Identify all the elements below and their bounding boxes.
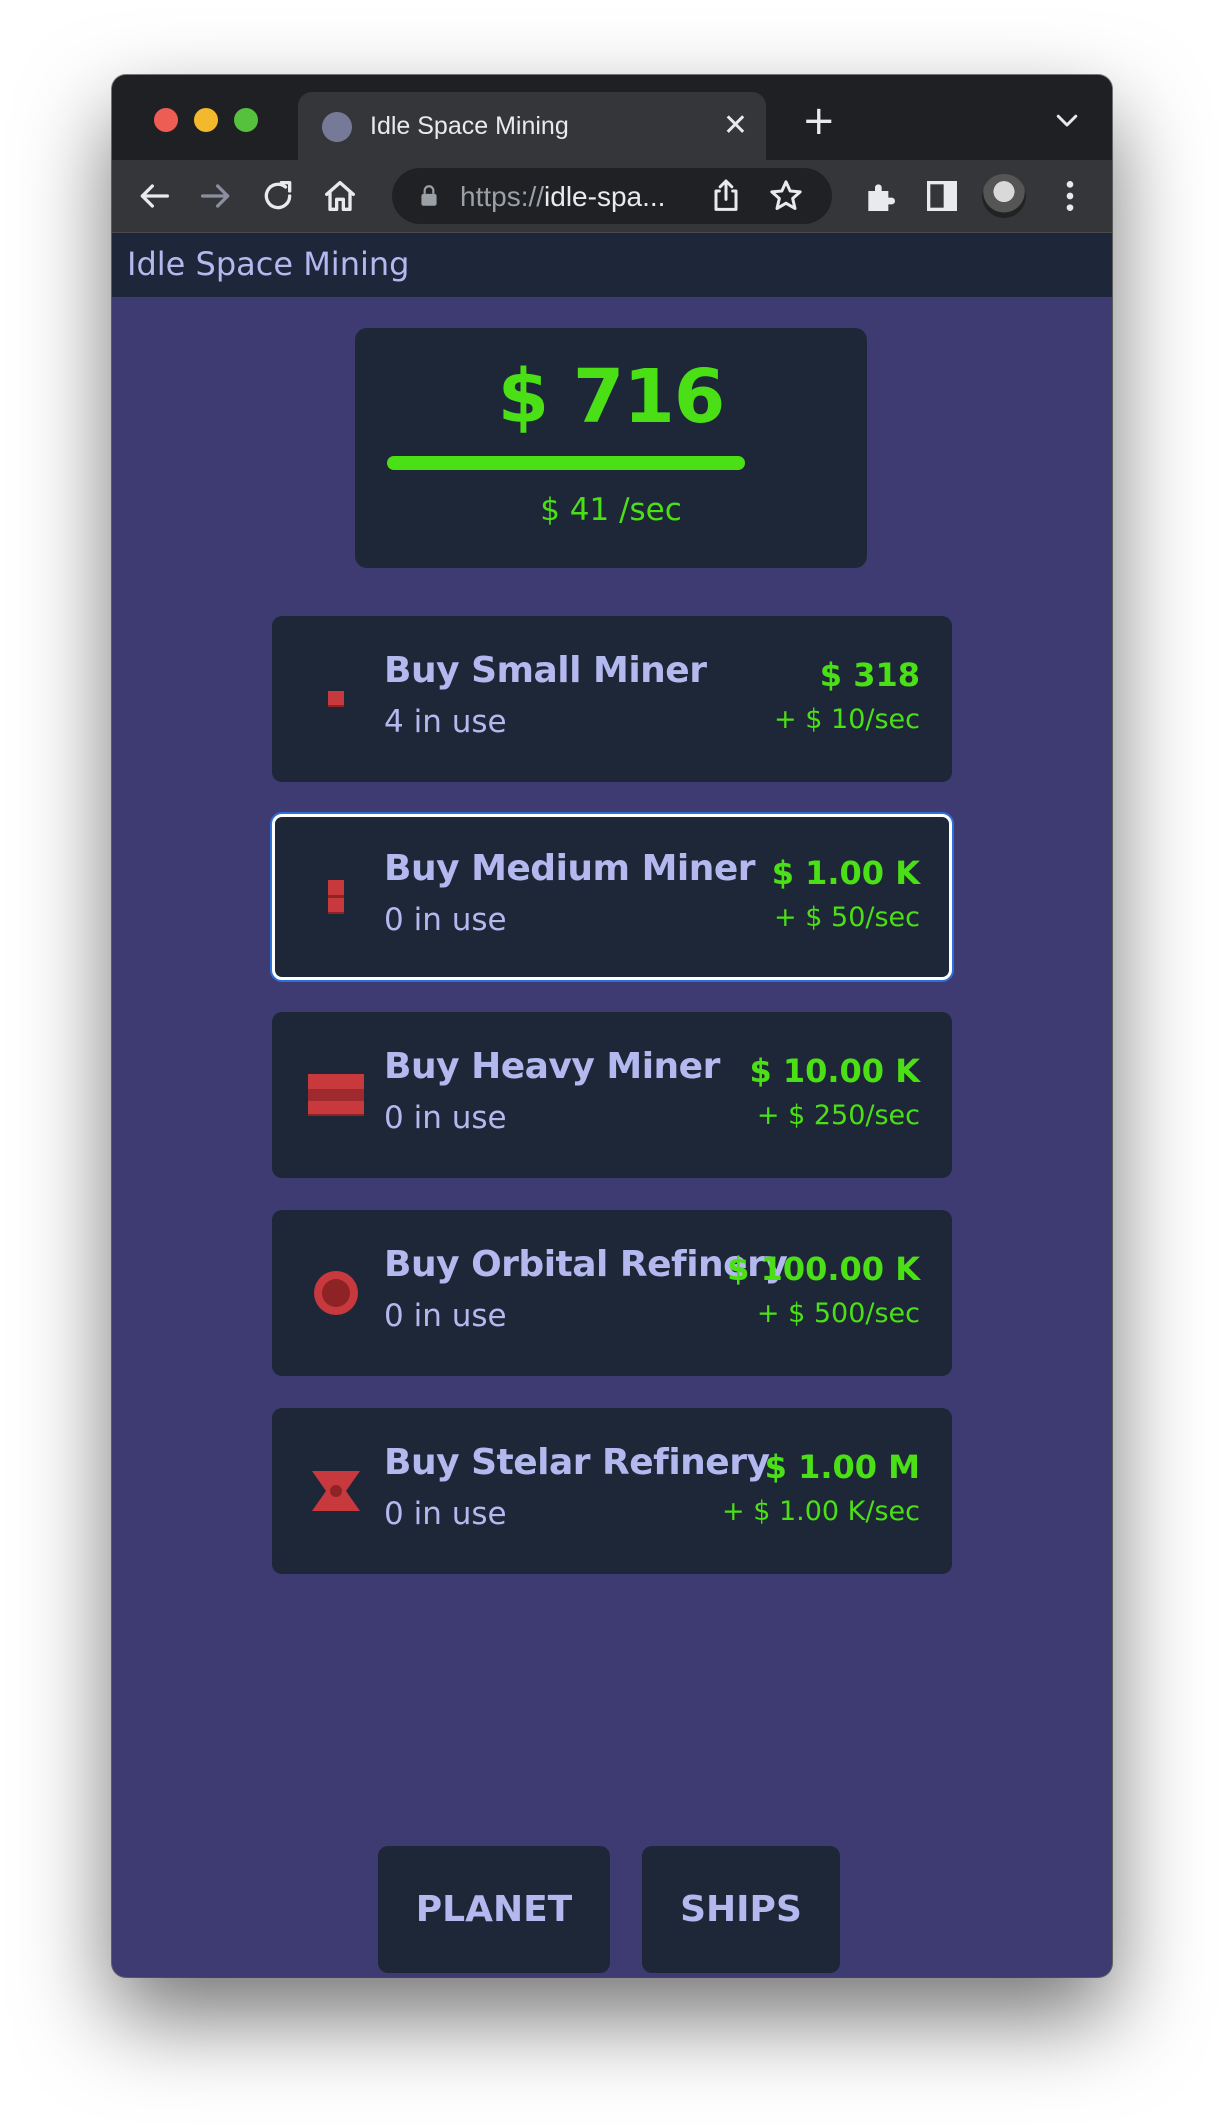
url-host: idle-spa...	[544, 181, 666, 212]
item-name: Buy Heavy Miner	[384, 1046, 720, 1087]
item-name: Buy Small Miner	[384, 650, 707, 691]
money-rate: $ 41 /sec	[540, 492, 682, 528]
sidepanel-icon[interactable]	[922, 176, 962, 216]
star-icon[interactable]	[766, 176, 806, 216]
money-card: $ 716 $ 41 /sec	[355, 328, 867, 568]
url-scheme: https://	[460, 181, 545, 212]
item-rate: + $ 250/sec	[756, 1100, 920, 1131]
buy-small-miner-button[interactable]: Buy Small Miner 4 in use $ 318 + $ 10/se…	[272, 616, 952, 782]
minimize-window-button[interactable]	[194, 108, 218, 132]
chevron-down-icon[interactable]	[1052, 105, 1082, 135]
back-icon[interactable]	[134, 176, 174, 216]
item-name: Buy Stelar Refinery	[384, 1442, 770, 1483]
extensions-icon[interactable]	[860, 176, 900, 216]
browser-window: Idle Space Mining ✕ + https://idle-spa..…	[112, 75, 1112, 1977]
close-window-button[interactable]	[154, 108, 178, 132]
item-rate: + $ 50/sec	[774, 902, 920, 933]
tab-strip: Idle Space Mining ✕ +	[112, 75, 1112, 160]
home-icon[interactable]	[320, 176, 360, 216]
money-progress-bar	[387, 456, 745, 470]
browser-tab[interactable]: Idle Space Mining ✕	[298, 92, 766, 160]
item-rate: + $ 500/sec	[756, 1298, 920, 1329]
menu-icon[interactable]	[1050, 176, 1090, 216]
item-price: $ 1.00 M	[764, 1448, 920, 1486]
favicon-icon	[322, 112, 352, 142]
app-bar: Idle Space Mining	[112, 233, 1112, 297]
item-rate: + $ 1.00 K/sec	[722, 1496, 920, 1527]
small-miner-icon	[328, 691, 344, 707]
item-price: $ 10.00 K	[749, 1052, 920, 1090]
browser-toolbar: https://idle-spa...	[112, 160, 1112, 233]
tab-title: Idle Space Mining	[370, 112, 569, 140]
app-title: Idle Space Mining	[127, 245, 410, 283]
stelar-refinery-icon	[312, 1471, 360, 1511]
reload-icon[interactable]	[258, 176, 298, 216]
url-text: https://idle-spa...	[460, 181, 665, 213]
heavy-miner-icon	[308, 1074, 364, 1116]
buy-medium-miner-button[interactable]: Buy Medium Miner 0 in use $ 1.00 K + $ 5…	[272, 814, 952, 980]
ships-button[interactable]: SHIPS	[642, 1846, 840, 1973]
share-icon[interactable]	[706, 176, 746, 216]
buy-orbital-refinery-button[interactable]: Buy Orbital Refinery 0 in use $ 100.00 K…	[272, 1210, 952, 1376]
new-tab-icon[interactable]: +	[802, 101, 836, 141]
item-count: 0 in use	[384, 1496, 507, 1532]
lock-icon[interactable]	[416, 183, 442, 209]
buy-stelar-refinery-button[interactable]: Buy Stelar Refinery 0 in use $ 1.00 M + …	[272, 1408, 952, 1574]
address-bar[interactable]: https://idle-spa...	[392, 168, 832, 224]
item-count: 0 in use	[384, 1100, 507, 1136]
item-rate: + $ 10/sec	[774, 704, 920, 735]
item-count: 0 in use	[384, 1298, 507, 1334]
buy-heavy-miner-button[interactable]: Buy Heavy Miner 0 in use $ 10.00 K + $ 2…	[272, 1012, 952, 1178]
item-price: $ 318	[819, 656, 920, 694]
money-progress-fill	[387, 456, 745, 470]
avatar[interactable]	[982, 174, 1026, 218]
item-name: Buy Medium Miner	[384, 848, 756, 889]
item-price: $ 1.00 K	[771, 854, 920, 892]
forward-icon[interactable]	[196, 176, 236, 216]
item-price: $ 100.00 K	[727, 1250, 920, 1288]
tab-close-icon[interactable]: ✕	[723, 106, 748, 146]
maximize-window-button[interactable]	[234, 108, 258, 132]
planet-button[interactable]: PLANET	[378, 1846, 610, 1973]
item-count: 0 in use	[384, 902, 507, 938]
orbital-refinery-icon	[314, 1271, 358, 1315]
money-amount: $ 716	[497, 354, 726, 440]
medium-miner-icon	[328, 880, 344, 914]
item-count: 4 in use	[384, 704, 507, 740]
